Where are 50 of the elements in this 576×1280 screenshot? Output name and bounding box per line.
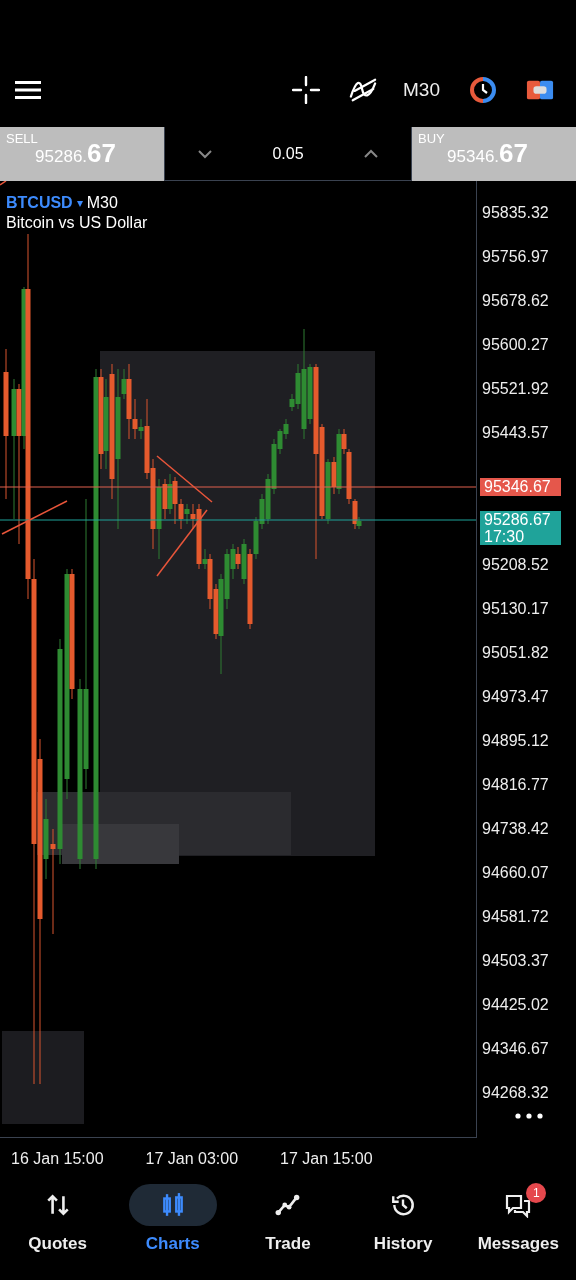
- nav-tab[interactable]: History: [347, 1184, 460, 1254]
- price-label: 95051.82: [482, 644, 549, 662]
- price-label: 95600.27: [482, 336, 549, 354]
- price-label: 95521.92: [482, 380, 549, 398]
- trend-line[interactable]: [156, 509, 208, 577]
- trend-line[interactable]: [1, 500, 68, 535]
- price-label: 94425.02: [482, 996, 549, 1014]
- history-icon: [390, 1192, 417, 1218]
- nav-tab[interactable]: Trade: [231, 1184, 344, 1254]
- nav-tab[interactable]: Quotes: [1, 1184, 114, 1254]
- caret-icon[interactable]: ▾: [76, 196, 83, 210]
- nav-tab[interactable]: 1 Messages: [462, 1184, 575, 1254]
- price-label: 94738.42: [482, 820, 549, 838]
- time-label: 17 Jan 15:00: [280, 1150, 373, 1168]
- price-label: 94503.37: [482, 952, 549, 970]
- decrease-icon[interactable]: [197, 148, 213, 159]
- notification-badge: 1: [526, 1183, 547, 1203]
- price-label: 95443.57: [482, 424, 549, 442]
- price-label: 94268.32: [482, 1084, 549, 1102]
- bid-price-tag: 95286.67 17:30: [480, 511, 561, 545]
- trend-line[interactable]: [0, 181, 7, 186]
- time-label: 17 Jan 03:00: [145, 1150, 239, 1168]
- indicator-icon[interactable]: [349, 76, 378, 104]
- clock-icon[interactable]: [469, 76, 497, 104]
- price-label: 95130.17: [482, 600, 549, 618]
- price-label: 94660.07: [482, 864, 549, 882]
- price-label: 95756.97: [482, 248, 549, 266]
- volume-value[interactable]: 0.05: [272, 144, 304, 163]
- price-label: 95208.52: [482, 556, 549, 574]
- increase-icon[interactable]: [363, 148, 379, 159]
- time-label: 16 Jan 15:00: [11, 1150, 104, 1168]
- line-graph-icon: [274, 1192, 301, 1218]
- timeframe-button[interactable]: M30: [403, 79, 440, 101]
- price-label: 94973.47: [482, 688, 549, 706]
- symbol-button[interactable]: BTCUSD: [6, 194, 73, 212]
- menu-icon[interactable]: [15, 80, 41, 100]
- trend-line[interactable]: [156, 455, 213, 503]
- symbol-description: Bitcoin vs US Dollar: [6, 214, 148, 232]
- chat-icon: [505, 1192, 532, 1218]
- price-label: 95678.62: [482, 292, 549, 310]
- nav-tab[interactable]: Charts: [116, 1184, 229, 1254]
- crosshair-icon[interactable]: [292, 76, 321, 104]
- more-icon[interactable]: [515, 1113, 543, 1119]
- ask-price-tag: 95346.67: [480, 478, 561, 496]
- chart-timeframe: M30: [86, 194, 118, 212]
- price-label: 95835.32: [482, 204, 549, 222]
- price-label: 94581.72: [482, 908, 549, 926]
- price-label: 94816.77: [482, 776, 549, 794]
- price-label: 94895.12: [482, 732, 549, 750]
- price-label: 94346.67: [482, 1040, 549, 1058]
